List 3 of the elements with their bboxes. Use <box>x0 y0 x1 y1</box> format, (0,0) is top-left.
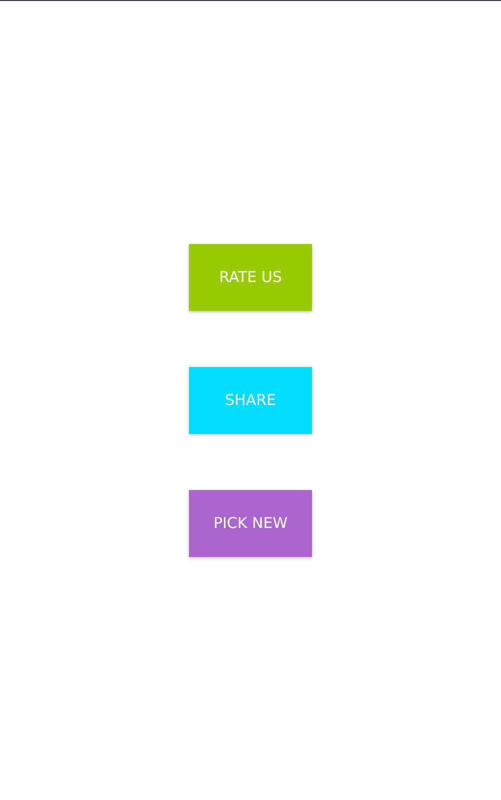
menu-button[interactable]: PICK NEW <box>189 490 312 557</box>
menu-button[interactable]: SHARE <box>189 367 312 434</box>
menu-button[interactable]: RATE US <box>189 244 312 311</box>
